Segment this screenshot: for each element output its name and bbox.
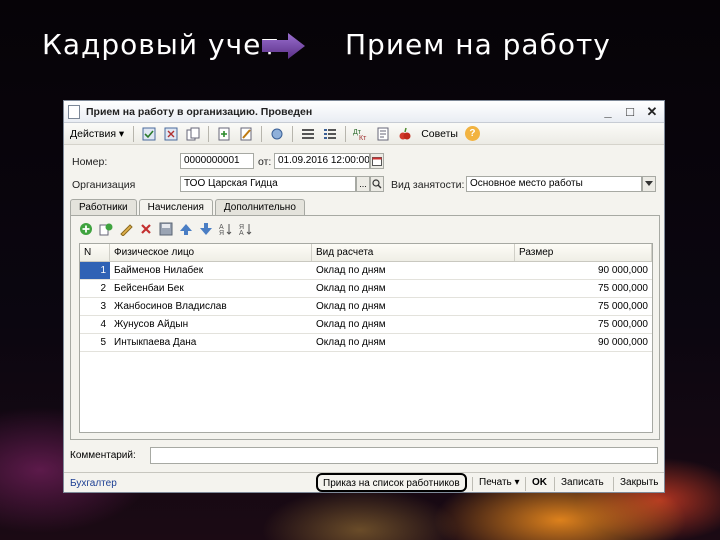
actions-menu[interactable]: Действия ▾ [67,128,127,140]
row-number: 2 [100,283,106,294]
comment-label: Комментарий: [70,450,136,461]
date-field[interactable]: 01.09.2016 12:00:00 [274,153,370,169]
sort-asc-icon[interactable]: АЯ [219,222,233,236]
amount-cell[interactable]: 90 000,000 [515,334,652,351]
number-label: Номер: [72,156,108,168]
report-icon[interactable] [374,125,392,142]
movements-icon[interactable] [299,125,317,142]
svg-text:Я: Я [219,230,224,236]
accountant-link[interactable]: Бухгалтер [70,478,117,489]
order-employee-list-button[interactable]: Приказ на список работников [316,473,467,492]
table-row[interactable]: 3 Жанбосинов Владислав Оклад по дням 75 … [80,298,652,316]
document-icon [68,104,80,119]
save-row-icon[interactable] [159,222,173,236]
window-title: Прием на работу в организацию. Проведен [86,105,313,118]
table-row[interactable]: 5 Интыкпаева Дана Оклад по дням 90 000,0… [80,334,652,352]
slide-title-left: Кадровый учет [42,28,279,61]
window-titlebar: Прием на работу в организацию. Проведен … [64,101,664,123]
add-doc-icon[interactable] [215,125,233,142]
chevron-down-icon[interactable] [642,176,656,192]
amount-cell[interactable]: 75 000,000 [515,280,652,297]
amount-cell[interactable]: 75 000,000 [515,316,652,333]
copy-icon[interactable] [184,125,202,142]
comment-field[interactable] [150,447,658,464]
delete-row-icon[interactable] [139,222,153,236]
ok-button[interactable]: OK [527,474,552,493]
edit-doc-icon[interactable] [237,125,255,142]
organization-select-button[interactable]: ... [356,176,370,192]
print-menu-button[interactable]: Печать ▾ [474,474,525,493]
person-cell[interactable]: Интыкпаева Дана [110,334,312,351]
move-up-icon[interactable] [179,222,193,236]
help-icon[interactable]: ? [464,126,480,141]
tips-button[interactable]: Советы [418,128,461,140]
column-header-amount[interactable]: Размер [515,244,652,261]
organization-label: Организация [72,179,136,191]
employment-type-label: Вид занятости: [391,179,465,191]
employment-type-select[interactable]: Основное место работы [466,176,642,192]
table-header: N Физическое лицо Вид расчета Размер [80,244,652,262]
add-row-icon[interactable] [79,222,93,236]
accruals-table: N Физическое лицо Вид расчета Размер 1 Б… [79,243,653,433]
person-cell[interactable]: Жанбосинов Владислав [110,298,312,315]
move-down-icon[interactable] [199,222,213,236]
calc-type-cell[interactable]: Оклад по дням [312,316,515,333]
document-window: Прием на работу в организацию. Проведен … [63,100,665,493]
calc-type-cell[interactable]: Оклад по дням [312,262,515,279]
svg-text:Кт: Кт [359,135,367,141]
column-header-calc-type[interactable]: Вид расчета [312,244,515,261]
table-row[interactable]: 2 Бейсенбаи Бек Оклад по дням 75 000,000 [80,280,652,298]
right-arrow-icon [262,33,305,59]
close-form-button[interactable]: Закрыть [615,474,664,493]
amount-cell[interactable]: 75 000,000 [515,298,652,315]
table-row[interactable]: 1 Байменов Нилабек Оклад по дням 90 000,… [80,262,652,280]
number-field[interactable]: 0000000001 [180,153,254,169]
person-cell[interactable]: Жунусов Айдын [110,316,312,333]
calc-type-cell[interactable]: Оклад по дням [312,298,515,315]
tips-icon[interactable] [396,125,414,142]
table-row[interactable]: 4 Жунусов Айдын Оклад по дням 75 000,000 [80,316,652,334]
person-cell[interactable]: Байменов Нилабек [110,262,312,279]
tab-workers[interactable]: Работники [70,199,137,216]
tab-additional[interactable]: Дополнительно [214,199,305,216]
svg-text:А: А [239,230,244,236]
list-icon[interactable] [321,125,339,142]
save-button[interactable]: Записать [556,474,609,493]
unpost-icon[interactable] [162,125,180,142]
calc-type-cell[interactable]: Оклад по дням [312,334,515,351]
column-header-n[interactable]: N [80,244,110,261]
post-icon[interactable] [140,125,158,142]
maximize-button[interactable]: □ [624,104,636,120]
structure-icon[interactable] [268,125,286,142]
calc-type-cell[interactable]: Оклад по дням [312,280,515,297]
slide-title-right: Прием на работу [345,28,611,61]
minimize-button[interactable]: _ [602,104,614,120]
row-number: 3 [100,301,106,312]
accruals-panel: АЯ ЯА N Физическое лицо Вид расчета Разм… [70,215,660,440]
sort-desc-icon[interactable]: ЯА [239,222,253,236]
date-label: от: [258,156,272,168]
grid-toolbar: АЯ ЯА [79,222,253,236]
row-number: 5 [100,337,106,348]
amount-cell[interactable]: 90 000,000 [515,262,652,279]
row-number: 4 [100,319,106,330]
tab-bar: Работники Начисления Дополнительно [70,199,305,217]
main-toolbar: Действия ▾ Дт Кт Советы ? [64,123,664,145]
row-number: 1 [80,262,110,279]
edit-row-icon[interactable] [119,222,133,236]
person-cell[interactable]: Бейсенбаи Бек [110,280,312,297]
copy-row-icon[interactable] [99,222,113,236]
organization-field[interactable]: ТОО Царская Гидца [180,176,356,192]
close-button[interactable]: ✕ [646,104,658,120]
calendar-icon[interactable] [370,153,384,169]
dt-kt-icon[interactable]: Дт Кт [352,125,370,142]
column-header-person[interactable]: Физическое лицо [110,244,312,261]
organization-clear-icon[interactable] [370,176,384,192]
bottom-bar: Бухгалтер Приказ на список работников Пе… [64,472,664,493]
